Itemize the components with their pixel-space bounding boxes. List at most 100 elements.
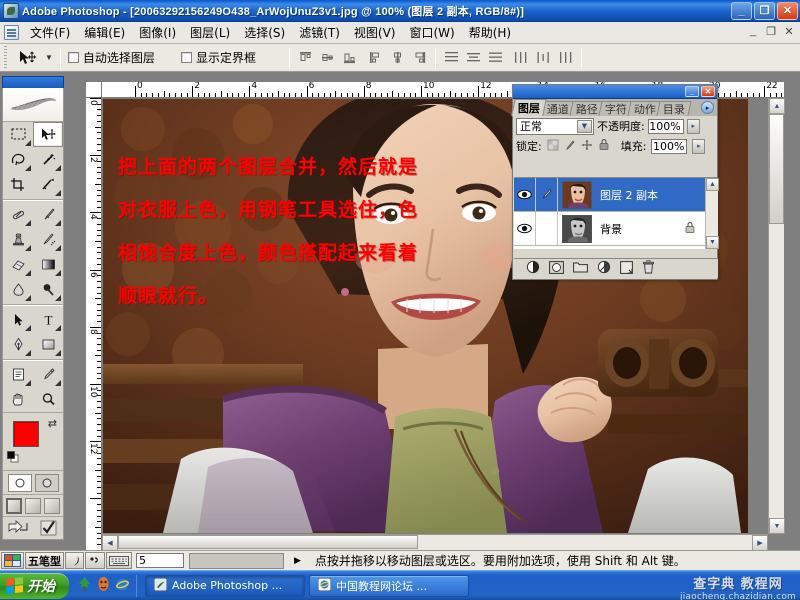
distribute-vertical-centers-icon[interactable] (465, 49, 482, 66)
align-right-edges-icon[interactable] (411, 49, 428, 66)
launch-orange-icon[interactable] (97, 576, 110, 595)
align-vertical-centers-icon[interactable] (319, 49, 336, 66)
document-size-field[interactable] (189, 552, 284, 569)
blend-mode-select[interactable]: 正常 ▼ (516, 117, 594, 135)
full-screen-with-menubar-button[interactable] (25, 497, 41, 514)
new-group-icon[interactable] (573, 261, 588, 276)
menu-layer[interactable]: 图层(L) (183, 23, 237, 43)
type-tool[interactable]: T (33, 307, 63, 332)
zoom-tool[interactable] (33, 387, 63, 412)
dodge-tool[interactable] (33, 277, 63, 302)
launch-ie-icon[interactable] (115, 577, 130, 595)
distribute-horizontal-centers-icon[interactable] (535, 49, 552, 66)
gradient-tool[interactable] (33, 252, 63, 277)
pen-tool[interactable] (3, 332, 33, 357)
healing-brush-tool[interactable] (3, 202, 33, 227)
move-tool[interactable] (33, 122, 63, 147)
lock-position-icon[interactable] (581, 139, 593, 154)
panel-menu-button[interactable]: ▸ (701, 101, 714, 114)
blur-tool[interactable] (3, 277, 33, 302)
layer-brush-indicator[interactable] (536, 178, 558, 211)
layer-mask-icon[interactable] (549, 260, 564, 277)
delete-layer-icon[interactable] (642, 260, 655, 277)
opacity-stepper[interactable]: ▸ (686, 118, 700, 134)
move-tool-icon[interactable] (13, 46, 43, 70)
tab-history[interactable]: 目录 (656, 101, 692, 116)
menu-filter[interactable]: 滤镜(T) (292, 23, 347, 43)
table-row[interactable]: 图层 2 副本 (514, 178, 718, 212)
lock-image-pixels-icon[interactable] (564, 139, 576, 154)
jump-to-imageready-icon[interactable] (7, 519, 31, 540)
status-expand-arrow[interactable]: ▶ (294, 555, 301, 566)
slice-tool[interactable] (33, 172, 63, 197)
close-button[interactable]: ✕ (777, 2, 798, 20)
menu-window[interactable]: 窗口(W) (402, 23, 461, 43)
layers-scroll-down-arrow[interactable]: ▼ (706, 236, 719, 249)
menu-help[interactable]: 帮助(H) (462, 23, 518, 43)
hand-tool[interactable] (3, 387, 33, 412)
vertical-scroll-thumb[interactable] (769, 114, 784, 224)
eraser-tool[interactable] (3, 252, 33, 277)
align-horizontal-centers-icon[interactable] (389, 49, 406, 66)
layers-panel-close-button[interactable]: ✕ (701, 86, 715, 97)
crop-tool[interactable] (3, 172, 33, 197)
history-brush-tool[interactable] (33, 227, 63, 252)
show-bounding-box-option[interactable]: 显示定界框 (180, 49, 256, 66)
scroll-up-arrow[interactable]: ▲ (769, 98, 785, 114)
lock-all-icon[interactable] (598, 138, 610, 154)
tab-layers[interactable]: 图层 (511, 99, 547, 116)
layer-style-icon[interactable] (526, 260, 540, 277)
show-bounding-box-checkbox[interactable] (180, 52, 192, 63)
taskbar-item-browser[interactable]: 中国教程网论坛 ... (309, 574, 469, 597)
align-left-edges-icon[interactable] (367, 49, 384, 66)
ime-punctuation-icon[interactable] (85, 552, 105, 569)
lock-transparent-pixels-icon[interactable] (547, 139, 559, 154)
mdi-restore-button[interactable]: ❐ (764, 25, 778, 38)
layer-visibility-toggle[interactable] (514, 212, 536, 245)
taskbar-item-photoshop[interactable]: Adobe Photoshop ... (145, 574, 305, 597)
adjustment-layer-icon[interactable] (597, 260, 611, 277)
ime-logo-icon[interactable] (1, 552, 24, 569)
launch-green-icon[interactable] (77, 576, 92, 595)
foreground-color-swatch[interactable] (13, 421, 39, 447)
swap-colors-icon[interactable]: ⇄ (48, 417, 57, 430)
align-bottom-edges-icon[interactable] (341, 49, 358, 66)
check-icon[interactable] (39, 519, 59, 540)
eyedropper-tool[interactable] (33, 362, 63, 387)
menu-file[interactable]: 文件(F) (23, 23, 77, 43)
menu-select[interactable]: 选择(S) (237, 23, 292, 43)
path-selection-tool[interactable] (3, 307, 33, 332)
options-bar-grip[interactable] (2, 45, 9, 70)
default-colors-icon[interactable] (7, 451, 19, 463)
horizontal-scroll-thumb[interactable] (118, 535, 418, 549)
table-row[interactable]: 背景 (514, 212, 718, 246)
clone-stamp-tool[interactable] (3, 227, 33, 252)
mdi-minimize-button[interactable]: _ (746, 25, 760, 38)
restore-button[interactable]: ❐ (754, 2, 775, 20)
ruler-corner[interactable] (86, 82, 102, 98)
tool-preset-dropdown[interactable]: ▼ (45, 53, 53, 62)
distribute-left-edges-icon[interactable] (513, 49, 530, 66)
opacity-value[interactable]: 100% (647, 118, 684, 134)
scroll-left-arrow[interactable]: ◀ (102, 535, 118, 551)
notes-tool[interactable] (3, 362, 33, 387)
brush-tool[interactable] (33, 202, 63, 227)
layers-panel-titlebar[interactable]: _ ✕ (513, 85, 717, 99)
minimize-button[interactable]: _ (731, 2, 752, 20)
start-button[interactable]: 开始 (0, 572, 69, 599)
align-top-edges-icon[interactable] (297, 49, 314, 66)
quick-mask-mode-button[interactable] (34, 473, 59, 492)
distribute-right-edges-icon[interactable] (557, 49, 574, 66)
chevron-down-icon[interactable]: ▼ (577, 119, 592, 133)
layer-brush-indicator-empty[interactable] (536, 212, 558, 245)
mdi-close-button[interactable]: ✕ (782, 25, 796, 38)
marquee-tool[interactable] (3, 122, 33, 147)
distribute-bottom-edges-icon[interactable] (487, 49, 504, 66)
magic-wand-tool[interactable] (33, 147, 63, 172)
layers-scroll-up-arrow[interactable]: ▲ (706, 178, 719, 191)
lasso-tool[interactable] (3, 147, 33, 172)
layers-list-scrollbar[interactable]: ▲ ▼ (705, 178, 719, 249)
full-screen-mode-button[interactable] (44, 497, 60, 514)
ime-softkeyboard-icon[interactable] (106, 552, 132, 569)
standard-mode-button[interactable] (7, 473, 32, 492)
